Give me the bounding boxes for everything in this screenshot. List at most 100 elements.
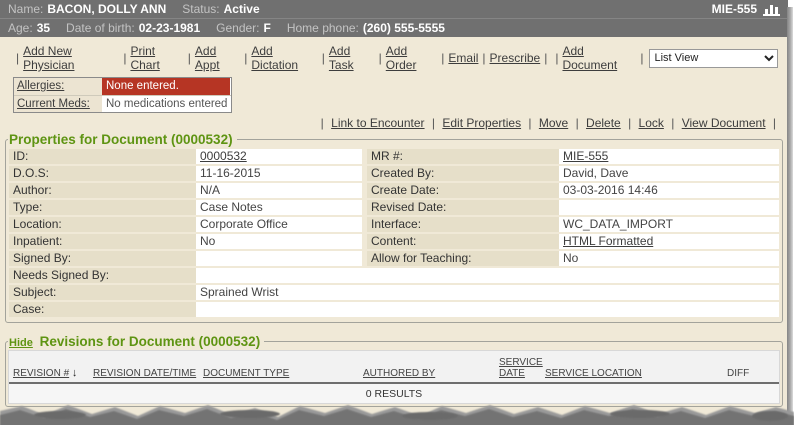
add-dictation-link[interactable]: Add Dictation	[251, 44, 317, 72]
created-by-value: David, Dave	[559, 166, 779, 181]
view-document-link[interactable]: View Document	[682, 116, 766, 130]
patient-dob: 02-23-1981	[139, 21, 200, 35]
add-task-link[interactable]: Add Task	[329, 44, 375, 72]
patient-banner-row2: Age: 35 Date of birth: 02-23-1981 Gender…	[0, 18, 788, 37]
prescribe-link[interactable]: Prescribe	[490, 51, 541, 65]
name-label: Name:	[8, 2, 43, 16]
email-link[interactable]: Email	[448, 51, 478, 65]
property-row-location-interface: Location: Corporate Office Interface: WC…	[9, 217, 779, 232]
revision-number-header: REVISION # ↓	[9, 367, 89, 379]
signed-by-value	[196, 251, 362, 266]
edit-properties-link[interactable]: Edit Properties	[442, 116, 521, 130]
separator: |	[123, 51, 126, 65]
separator: |	[321, 116, 324, 130]
allergies-link[interactable]: Allergies:	[17, 80, 64, 92]
revisions-results-count: 0 RESULTS	[9, 384, 779, 403]
lock-link[interactable]: Lock	[639, 116, 664, 130]
service-date-sort-link-1[interactable]: SERVICE	[499, 357, 543, 368]
separator: |	[576, 116, 579, 130]
sort-descending-icon[interactable]: ↓	[72, 367, 78, 379]
document-view-select[interactable]: List View	[649, 49, 778, 68]
separator: |	[528, 116, 531, 130]
revised-date-value	[559, 200, 779, 215]
allergies-value: None entered.	[102, 78, 230, 95]
separator: |	[322, 51, 325, 65]
age-label: Age:	[8, 21, 33, 35]
mr-number: MIE-555	[712, 2, 757, 16]
revision-number-sort-link[interactable]: REVISION #	[13, 368, 69, 379]
revisions-section-title: Revisions for Document (0000532)	[40, 334, 261, 349]
document-type-header: DOCUMENT TYPE	[199, 368, 359, 379]
hide-revisions-link[interactable]: Hide	[9, 337, 33, 349]
separator: |	[432, 116, 435, 130]
add-order-link[interactable]: Add Order	[386, 44, 438, 72]
separator: |	[640, 51, 643, 65]
authored-by-sort-link[interactable]: AUTHORED BY	[363, 368, 435, 379]
service-date-sort-link-2[interactable]: DATE	[499, 368, 525, 379]
status-label: Status:	[182, 2, 219, 16]
encounters-section-title: Encounters Linked To Document (0000532)	[40, 419, 316, 425]
subject-value: Sprained Wrist	[196, 285, 779, 300]
allow-teaching-value: No	[559, 251, 779, 266]
service-location-sort-link[interactable]: SERVICE LOCATION	[545, 368, 642, 379]
add-new-physician-link[interactable]: Add New Physician	[23, 44, 119, 72]
patient-banner: Name: BACON, DOLLY ANN Status: Active MI…	[0, 0, 788, 37]
document-id-link[interactable]: 0000532	[200, 149, 247, 163]
content-value: HTML Formatted	[559, 234, 779, 249]
id-label: ID:	[9, 149, 196, 164]
revisions-section-legend: Hide Revisions for Document (0000532)	[8, 334, 264, 349]
revised-date-label: Revised Date:	[367, 200, 559, 215]
properties-section-title: Properties for Document (0000532)	[8, 132, 237, 147]
add-document-link[interactable]: Add Document	[562, 44, 636, 72]
separator: |	[188, 51, 191, 65]
allergies-cell: Allergies:	[14, 78, 102, 95]
chart-toolbar: | Add New Physician | Print Chart | Add …	[0, 37, 788, 72]
inpatient-label: Inpatient:	[9, 234, 196, 249]
separator: |	[244, 51, 247, 65]
gender-label: Gender:	[216, 21, 259, 35]
interface-value: WC_DATA_IMPORT	[559, 217, 779, 232]
separator: |	[555, 51, 558, 65]
link-to-encounter-link[interactable]: Link to Encounter	[331, 116, 424, 130]
service-location-header: SERVICE LOCATION	[541, 368, 723, 379]
subject-label: Subject:	[9, 285, 196, 300]
delete-link[interactable]: Delete	[586, 116, 621, 130]
id-value: 0000532	[196, 149, 362, 164]
revisions-table: REVISION # ↓ REVISION DATE/TIME DOCUMENT…	[8, 350, 780, 404]
case-label: Case:	[9, 302, 196, 317]
patient-phone: (260) 555-5555	[363, 21, 445, 35]
case-value	[196, 302, 779, 317]
separator: |	[773, 116, 776, 130]
mr-number-link[interactable]: MIE-555	[563, 149, 608, 163]
current-meds-link[interactable]: Current Meds:	[17, 98, 90, 110]
revisions-table-header: REVISION # ↓ REVISION DATE/TIME DOCUMENT…	[9, 351, 779, 384]
allow-teaching-label: Allow for Teaching:	[367, 251, 559, 266]
allergies-row: Allergies: None entered.	[14, 78, 231, 95]
current-meds-row: Current Meds: No medications entered	[14, 95, 231, 112]
html-formatted-link[interactable]: HTML Formatted	[563, 234, 653, 248]
type-label: Type:	[9, 200, 196, 215]
patient-age: 35	[37, 21, 50, 35]
interface-label: Interface:	[367, 217, 559, 232]
revision-datetime-sort-link[interactable]: REVISION DATE/TIME	[93, 368, 196, 379]
bar-chart-icon[interactable]	[763, 3, 780, 16]
move-link[interactable]: Move	[539, 116, 568, 130]
separator: |	[671, 116, 674, 130]
add-appt-link[interactable]: Add Appt	[195, 44, 240, 72]
property-row-signedby-teaching: Signed By: Allow for Teaching: No	[9, 251, 779, 266]
print-chart-link[interactable]: Print Chart	[130, 44, 183, 72]
author-value: N/A	[196, 183, 362, 198]
dos-value: 11-16-2015	[196, 166, 362, 181]
property-row-type-reviseddate: Type: Case Notes Revised Date:	[9, 200, 779, 215]
patient-gender: F	[264, 21, 271, 35]
service-date-header: SERVICE DATE	[495, 357, 541, 379]
separator: |	[628, 116, 631, 130]
author-label: Author:	[9, 183, 196, 198]
property-row-inpatient-content: Inpatient: No Content: HTML Formatted	[9, 234, 779, 249]
authored-by-header: AUTHORED BY	[359, 368, 495, 379]
separator: |	[16, 51, 19, 65]
signed-by-label: Signed By:	[9, 251, 196, 266]
document-type-sort-link[interactable]: DOCUMENT TYPE	[203, 368, 289, 379]
separator: |	[482, 51, 485, 65]
revision-datetime-header: REVISION DATE/TIME	[89, 368, 199, 379]
